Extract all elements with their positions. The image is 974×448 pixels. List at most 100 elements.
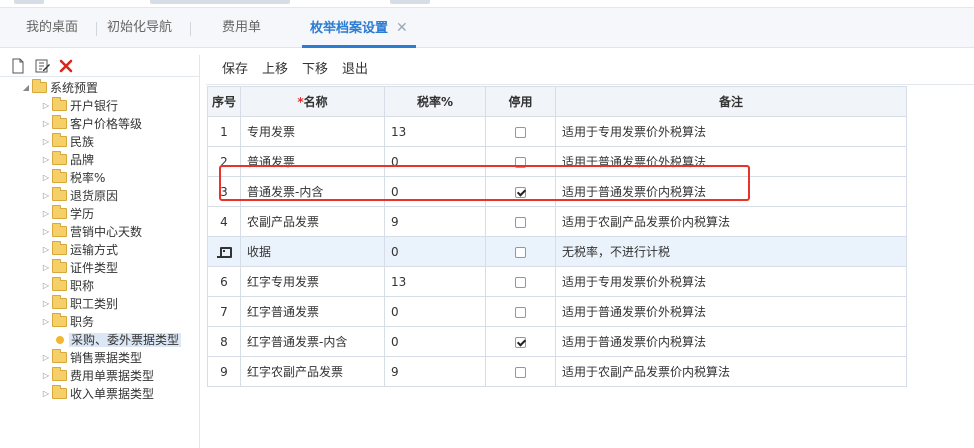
cell-no[interactable]: 3	[207, 176, 241, 207]
tree-item[interactable]: ▷ 职称	[40, 277, 94, 295]
cell-rate[interactable]: 13	[384, 266, 486, 297]
table-row[interactable]: 9 红字农副产品发票 9 适用于农副产品发票价内税算法	[207, 356, 907, 387]
table-row[interactable]: 2 普通发票 0 适用于普通发票价外税算法	[207, 146, 907, 177]
close-icon[interactable]: ✕	[396, 20, 408, 36]
table-row[interactable]: 6 红字专用发票 13 适用于专用发票价外税算法	[207, 266, 907, 297]
cell-no[interactable]: 9	[207, 356, 241, 387]
disabled-checkbox[interactable]	[515, 336, 526, 348]
tree-item[interactable]: ▷ 运输方式	[40, 241, 118, 259]
expand-arrow-icon[interactable]: ▷	[40, 259, 52, 277]
disabled-checkbox[interactable]	[515, 276, 526, 288]
cell-name[interactable]: 农副产品发票	[240, 206, 385, 237]
expand-arrow-icon[interactable]: ▷	[40, 115, 52, 133]
table-row[interactable]: 8 红字普通发票-内含 0 适用于普通发票价内税算法	[207, 326, 907, 357]
table-row[interactable]: 4 农副产品发票 9 适用于农副产品发票价内税算法	[207, 206, 907, 237]
cell-name[interactable]: 普通发票-内含	[240, 176, 385, 207]
cell-remark[interactable]: 无税率，不进行计税	[555, 236, 907, 267]
expand-arrow-icon[interactable]: ▷	[40, 385, 52, 403]
tree-item[interactable]: ▷ 证件类型	[40, 259, 118, 277]
expand-arrow-icon[interactable]: ▷	[40, 295, 52, 313]
expand-arrow-icon[interactable]: ▷	[40, 97, 52, 115]
expand-arrow-icon[interactable]: ▷	[40, 205, 52, 223]
cell-no[interactable]: 7	[207, 296, 241, 327]
new-doc-icon[interactable]	[10, 58, 26, 74]
expand-arrow-icon[interactable]: ▷	[40, 277, 52, 295]
delete-icon[interactable]	[58, 58, 74, 74]
disabled-checkbox[interactable]	[515, 306, 526, 318]
cell-rate[interactable]: 0	[384, 176, 486, 207]
save-button[interactable]: 保存	[222, 55, 248, 85]
cell-disabled[interactable]	[485, 356, 556, 387]
cell-name[interactable]: 普通发票	[240, 146, 385, 177]
cell-remark[interactable]: 适用于普通发票价外税算法	[555, 146, 907, 177]
cell-rate[interactable]: 0	[384, 296, 486, 327]
edit-icon[interactable]	[34, 58, 50, 74]
cell-disabled[interactable]	[485, 116, 556, 147]
disabled-checkbox[interactable]	[515, 246, 526, 258]
expand-arrow-icon[interactable]: ▷	[40, 367, 52, 385]
cell-disabled[interactable]	[485, 296, 556, 327]
cell-rate[interactable]: 9	[384, 206, 486, 237]
cell-name[interactable]: 红字普通发票-内含	[240, 326, 385, 357]
cell-disabled[interactable]	[485, 236, 556, 267]
move-down-button[interactable]: 下移	[302, 55, 328, 85]
cell-name[interactable]: 收据	[240, 236, 385, 267]
cell-name[interactable]: 红字专用发票	[240, 266, 385, 297]
cell-no[interactable]: 8	[207, 326, 241, 357]
tree-item[interactable]: ▷ 客户价格等级	[40, 115, 142, 133]
tree-item[interactable]: ▷ 职工类别	[40, 295, 118, 313]
tree-root[interactable]: ◢ 系统预置	[20, 79, 98, 97]
tab-enum-settings[interactable]: 枚举档案设置 ✕	[302, 8, 416, 48]
tree-item[interactable]: 采购、委外票据类型	[56, 331, 182, 349]
expand-arrow-icon[interactable]: ▷	[40, 349, 52, 367]
cell-disabled[interactable]	[485, 326, 556, 357]
cell-disabled[interactable]	[485, 176, 556, 207]
cell-rate[interactable]: 0	[384, 146, 486, 177]
table-row[interactable]: 1 专用发票 13 适用于专用发票价外税算法	[207, 116, 907, 147]
cell-name[interactable]: 专用发票	[240, 116, 385, 147]
tree-item[interactable]: ▷ 销售票据类型	[40, 349, 142, 367]
expand-arrow-icon[interactable]: ▷	[40, 223, 52, 241]
expand-arrow-icon[interactable]: ▷	[40, 133, 52, 151]
cell-remark[interactable]: 适用于专用发票价外税算法	[555, 266, 907, 297]
tree-item[interactable]: ▷ 税率%	[40, 169, 105, 187]
cell-remark[interactable]: 适用于普通发票价内税算法	[555, 176, 907, 207]
exit-button[interactable]: 退出	[342, 55, 368, 85]
cell-remark[interactable]: 适用于农副产品发票价内税算法	[555, 206, 907, 237]
tab-init-nav[interactable]: 初始化导航	[107, 8, 172, 48]
tree-item[interactable]: ▷ 民族	[40, 133, 94, 151]
tree-item[interactable]: ▷ 品牌	[40, 151, 94, 169]
disabled-checkbox[interactable]	[515, 216, 526, 228]
cell-disabled[interactable]	[485, 146, 556, 177]
disabled-checkbox[interactable]	[515, 126, 526, 138]
cell-remark[interactable]: 适用于普通发票价内税算法	[555, 326, 907, 357]
table-row[interactable]: 7 红字普通发票 0 适用于普通发票价外税算法	[207, 296, 907, 327]
cell-disabled[interactable]	[485, 206, 556, 237]
cell-rate[interactable]: 9	[384, 356, 486, 387]
expand-arrow-icon[interactable]: ▷	[40, 187, 52, 205]
cell-remark[interactable]: 适用于专用发票价外税算法	[555, 116, 907, 147]
disabled-checkbox[interactable]	[515, 366, 526, 378]
tree-item[interactable]: ▷ 收入单票据类型	[40, 385, 154, 403]
disabled-checkbox[interactable]	[515, 156, 526, 168]
cell-no[interactable]: 1	[207, 116, 241, 147]
cell-rate[interactable]: 13	[384, 116, 486, 147]
cell-remark[interactable]: 适用于农副产品发票价内税算法	[555, 356, 907, 387]
disabled-checkbox[interactable]	[515, 186, 526, 198]
tab-my-desktop[interactable]: 我的桌面	[26, 8, 78, 48]
tree-item[interactable]: ▷ 营销中心天数	[40, 223, 142, 241]
collapse-arrow-icon[interactable]: ◢	[20, 79, 32, 97]
cell-no[interactable]	[207, 236, 241, 267]
cell-rate[interactable]: 0	[384, 236, 486, 267]
cell-name[interactable]: 红字农副产品发票	[240, 356, 385, 387]
tree-item[interactable]: ▷ 费用单票据类型	[40, 367, 154, 385]
table-row[interactable]: 收据 0 无税率，不进行计税	[207, 236, 907, 267]
cell-no[interactable]: 2	[207, 146, 241, 177]
tree-item[interactable]: ▷ 退货原因	[40, 187, 118, 205]
tree-item[interactable]: ▷ 开户银行	[40, 97, 118, 115]
cell-remark[interactable]: 适用于普通发票价外税算法	[555, 296, 907, 327]
move-up-button[interactable]: 上移	[262, 55, 288, 85]
tree-item[interactable]: ▷ 学历	[40, 205, 94, 223]
tab-expense[interactable]: 费用单	[222, 8, 261, 48]
cell-rate[interactable]: 0	[384, 326, 486, 357]
